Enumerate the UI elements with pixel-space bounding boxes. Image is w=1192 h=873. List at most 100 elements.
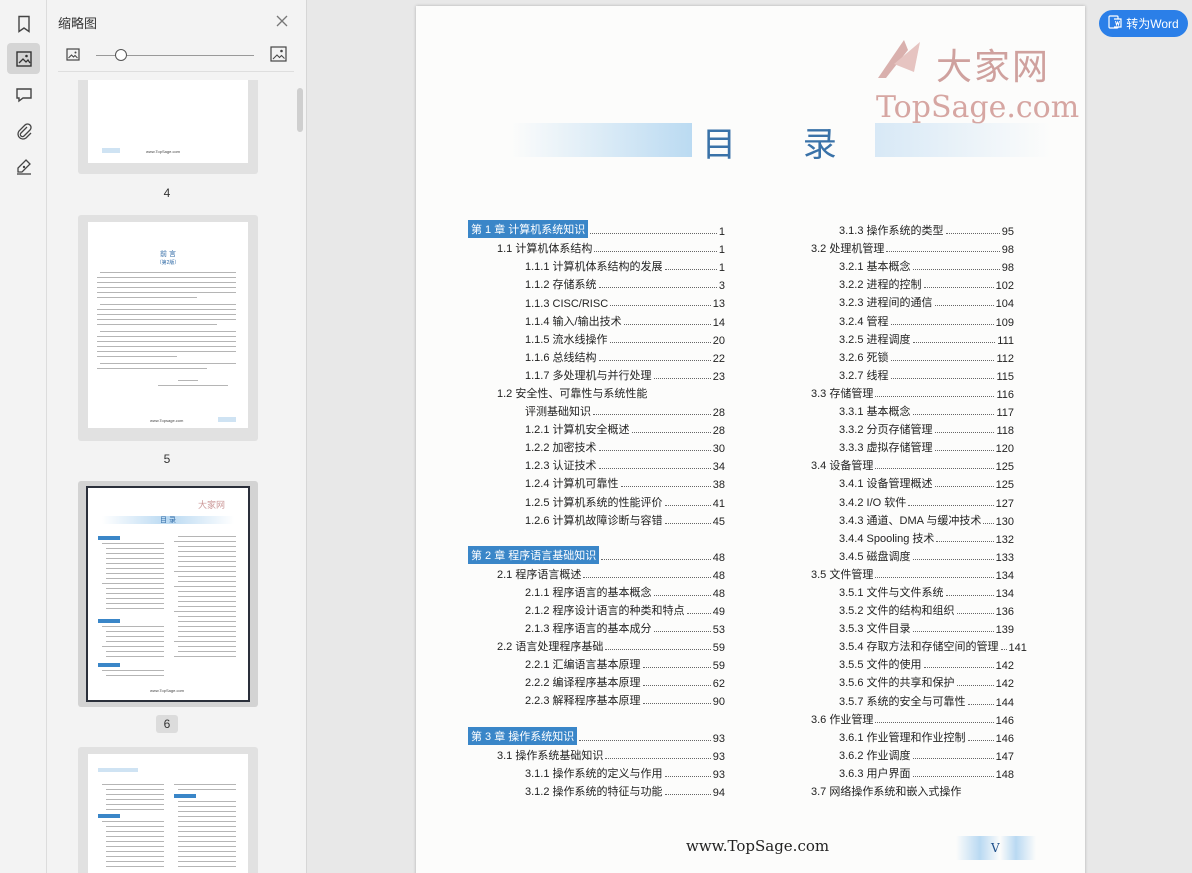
comment-icon[interactable] [7, 79, 40, 110]
thumb-title: 目 录 [160, 517, 176, 524]
toc-entry[interactable]: 3.1.3 操作系统的类型 95 [782, 220, 1014, 238]
toc-entry-label: 第 2 章 程序语言基础知识 [468, 545, 600, 564]
toc-entry[interactable]: 3.4.3 通道、DMA 与缓冲技术 130 [782, 510, 1014, 528]
toc-leader-dots [934, 450, 994, 452]
toc-entry[interactable]: 2.1.3 程序语言的基本成分 53 [468, 618, 725, 636]
toc-entry[interactable]: 1.2.2 加密技术 30 [468, 437, 725, 455]
toc-entry[interactable]: 3.2 处理机管理 98 [782, 238, 1014, 256]
thumbnail-icon[interactable] [7, 43, 40, 74]
thumbnail-page-4[interactable]: www.TopSage.com [78, 80, 258, 174]
toc-entry[interactable]: 3.2.2 进程的控制 102 [782, 274, 1014, 292]
toc-entry[interactable]: 3.3.3 虚拟存储管理 120 [782, 437, 1014, 455]
toc-chapter-entry[interactable]: 第 2 章 程序语言基础知识 48 [468, 545, 725, 564]
toc-entry[interactable]: 3.1 操作系统基础知识 93 [468, 745, 725, 763]
toc-entry-page: 117 [996, 407, 1014, 420]
toc-entry[interactable]: 3.2.6 死锁 112 [782, 347, 1014, 365]
toc-entry[interactable]: 3.3.2 分页存储管理 118 [782, 419, 1014, 437]
toc-entry[interactable]: 3.2.7 线程 115 [782, 365, 1014, 383]
toc-entry[interactable]: 1.2.1 计算机安全概述 28 [468, 419, 725, 437]
toc-entry[interactable]: 3.4.5 磁盘调度 133 [782, 546, 1014, 564]
zoom-out-image-icon[interactable] [66, 48, 80, 66]
thumb-subtitle: （第2版） [156, 260, 180, 266]
toc-entry[interactable]: 3.5.3 文件目录 139 [782, 618, 1014, 636]
toc-entry[interactable]: 1.2.5 计算机系统的性能评价 41 [468, 491, 725, 510]
toc-entry[interactable]: 2.2.2 编译程序基本原理 62 [468, 672, 725, 690]
toc-entry[interactable]: 3.6 作业管理 146 [782, 709, 1014, 727]
toc-entry[interactable]: 3.5.7 系统的安全与可靠性 144 [782, 690, 1014, 709]
toc-entry[interactable]: 2.2.1 汇编语言基本原理 59 [468, 654, 725, 672]
toc-leader-dots [875, 576, 994, 578]
toc-entry[interactable]: 3.5.2 文件的结构和组织 136 [782, 600, 1014, 618]
toc-entry[interactable]: 评测基础知识 28 [468, 401, 725, 419]
zoom-slider-knob[interactable] [115, 49, 128, 61]
toc-entry[interactable]: 1.1.2 存储系统 3 [468, 274, 725, 292]
toc-leader-dots [664, 522, 711, 524]
convert-to-word-button[interactable]: 转为Word [1099, 10, 1188, 37]
toc-entry[interactable]: 2.1 程序语言概述 48 [468, 564, 725, 582]
toc-entry[interactable]: 3.5.1 文件与文件系统 134 [782, 582, 1014, 600]
toc-chapter-entry[interactable]: 第 3 章 操作系统知识 93 [468, 726, 725, 745]
toc-chapter-entry[interactable]: 第 1 章 计算机系统知识 1 [468, 220, 725, 239]
toc-entry[interactable]: 3.5.6 文件的共享和保护 142 [782, 672, 1014, 690]
toc-entry[interactable]: 1.2 安全性、可靠性与系统性能 [468, 383, 725, 401]
toc-entry[interactable]: 3.4.4 Spooling 技术 132 [782, 528, 1014, 546]
toc-entry[interactable]: 1.2.6 计算机故障诊断与容错 45 [468, 510, 725, 528]
thumbnail-scrollbar[interactable] [297, 88, 303, 132]
toc-entry[interactable]: 3.6.2 作业调度 147 [782, 745, 1014, 763]
close-icon[interactable] [275, 14, 289, 28]
toc-entry-label: 3.2.6 死锁 [839, 351, 889, 364]
toc-entry[interactable]: 1.1.4 输入/输出技术 14 [468, 310, 725, 329]
toc-entry[interactable]: 3.3.1 基本概念 117 [782, 401, 1014, 419]
toc-entry[interactable]: 3.3 存储管理 116 [782, 383, 1014, 401]
toc-entry-page: 134 [995, 569, 1014, 582]
toc-entry[interactable]: 1.1.1 计算机体系结构的发展 1 [468, 256, 725, 274]
toc-entry[interactable]: 1.2.3 认证技术 34 [468, 455, 725, 473]
toc-leader-dots [605, 649, 711, 651]
bookmark-icon[interactable] [7, 8, 40, 39]
toc-entry[interactable]: 1.1 计算机体系结构 1 [468, 238, 725, 256]
toc-entry[interactable]: 2.2 语言处理程序基础 59 [468, 636, 725, 654]
toc-entry[interactable]: 1.1.5 流水线操作 20 [468, 329, 725, 347]
toc-entry[interactable]: 1.2.4 计算机可靠性 38 [468, 473, 725, 491]
toc-entry[interactable]: 3.2.1 基本概念 98 [782, 256, 1014, 274]
toc-entry[interactable]: 3.4.1 设备管理概述 125 [782, 473, 1014, 491]
toc-entry[interactable]: 3.7 网络操作系统和嵌入式操作 [782, 781, 1014, 799]
toc-entry[interactable]: 3.1.1 操作系统的定义与作用 93 [468, 763, 725, 781]
toc-entry[interactable]: 1.1.3 CISC/RISC 13 [468, 292, 725, 310]
toc-leader-dots [594, 251, 717, 253]
toc-entry[interactable]: 3.2.4 管程 109 [782, 310, 1014, 329]
zoom-in-image-icon[interactable] [270, 46, 287, 67]
toc-entry[interactable]: 1.1.7 多处理机与并行处理 23 [468, 365, 725, 383]
toc-leader-dots [912, 775, 994, 777]
toc-entry[interactable]: 3.4 设备管理 125 [782, 455, 1014, 473]
toc-entry[interactable]: 3.5 文件管理 134 [782, 564, 1014, 582]
toc-entry[interactable]: 3.5.4 存取方法和存储空间的管理 141 [782, 636, 1027, 654]
toc-leader-dots [610, 305, 711, 307]
attachment-icon[interactable] [7, 115, 40, 146]
toc-entry[interactable]: 3.6.1 作业管理和作业控制 146 [782, 727, 1014, 745]
toc-leader-dots [875, 468, 994, 470]
toc-entry[interactable]: 2.1.2 程序设计语言的种类和特点 49 [468, 600, 725, 618]
toc-entry-label: 3.3.3 虚拟存储管理 [839, 442, 933, 455]
toc-entry[interactable]: 2.1.1 程序语言的基本概念 48 [468, 582, 725, 600]
toc-entry[interactable]: 2.2.3 解释程序基本原理 90 [468, 690, 725, 708]
thumb-footer: www.TopSage.com [150, 688, 185, 693]
toc-entry-label: 评测基础知识 [525, 406, 591, 419]
thumb-watermark: 大家网 [198, 500, 226, 510]
toc-entry[interactable]: 3.1.2 操作系统的特征与功能 94 [468, 781, 725, 799]
toc-entry[interactable]: 3.6.3 用户界面 148 [782, 763, 1014, 781]
toc-entry[interactable]: 1.1.6 总线结构 22 [468, 347, 725, 365]
thumbnail-page-6[interactable]: 目 录 大家网 www.TopSage.com [78, 481, 258, 707]
toc-leader-dots [598, 468, 711, 470]
toc-entry[interactable]: 3.5.5 文件的使用 142 [782, 654, 1014, 672]
signature-icon[interactable] [7, 151, 40, 182]
toc-entry[interactable]: 3.2.3 进程间的通信 104 [782, 292, 1014, 310]
toc-entry-page: 115 [996, 370, 1014, 383]
toc-left-column: 第 1 章 计算机系统知识 1 1.1 计算机体系结构 1 1.1.1 计算机体系结构的… [468, 220, 725, 799]
thumbnail-page-5[interactable]: 前 言 （第2版） www.Topsage.com [78, 215, 258, 441]
toc-entry[interactable]: 3.2.5 进程调度 111 [782, 329, 1014, 347]
thumbnail-page-7[interactable] [78, 747, 258, 873]
toc-entry[interactable]: 3.4.2 I/O 软件 127 [782, 491, 1014, 510]
toc-entry-page: 120 [995, 443, 1014, 456]
toc-entry-page: 125 [995, 461, 1014, 474]
